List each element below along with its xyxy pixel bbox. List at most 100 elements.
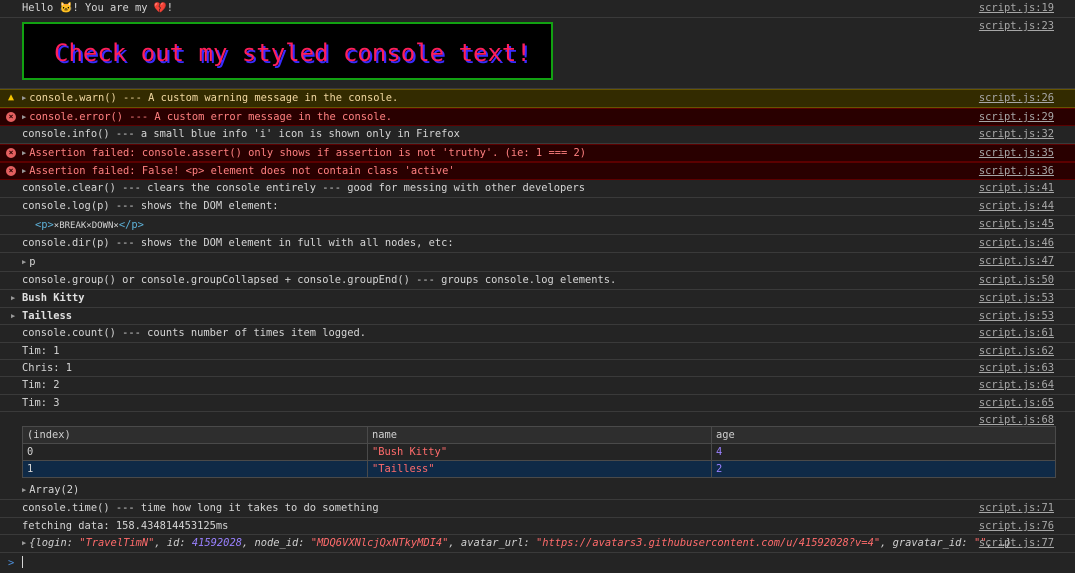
source-link[interactable]: script.js:46 <box>979 235 1054 252</box>
source-link[interactable]: script.js:63 <box>979 360 1054 376</box>
group-tailless[interactable]: ▶ Tailless script.js:53 <box>0 308 1075 325</box>
array-label: Array(2) <box>29 484 80 496</box>
error-icon: × <box>6 166 16 176</box>
log-text: console.group() or console.groupCollapse… <box>22 274 617 286</box>
array-summary[interactable]: ▶ Array(2) <box>22 482 975 498</box>
table-row[interactable]: 1 "Tailless" 2 <box>22 460 1056 478</box>
console-panel: Hello 🐱! You are my 💔! script.js:19 Chec… <box>0 0 1075 571</box>
table-cell-age: 4 <box>711 443 1056 461</box>
log-styled: Check out my styled console text! script… <box>0 18 1075 89</box>
log-log-p: console.log(p) --- shows the DOM element… <box>0 198 1075 216</box>
log-object[interactable]: ▶ {login: "TravelTimN", id: 41592028, nod… <box>0 535 1075 553</box>
source-link[interactable]: script.js:62 <box>979 343 1054 359</box>
expand-triangle-icon[interactable]: ▶ <box>22 253 26 271</box>
obj-key-id: , id: <box>154 537 192 549</box>
obj-key-gravatar-id: , gravatar_id: <box>880 537 974 549</box>
log-text: console.log(p) --- shows the DOM element… <box>22 200 279 212</box>
source-link[interactable]: script.js:36 <box>979 163 1054 179</box>
text-caret <box>22 556 23 568</box>
source-link[interactable]: script.js:32 <box>979 126 1054 143</box>
table-header-index[interactable]: (index) <box>22 426 368 444</box>
log-p-object[interactable]: ▶ p script.js:47 <box>0 253 1075 272</box>
console-prompt[interactable]: > <box>0 553 1075 573</box>
log-assert-2[interactable]: × ▶ Assertion failed: False! <p> element … <box>0 162 1075 180</box>
source-link[interactable]: script.js:35 <box>979 145 1054 161</box>
source-link[interactable]: script.js:53 <box>979 290 1054 307</box>
log-text: Assertion failed: console.assert() only … <box>29 147 586 159</box>
log-clear: console.clear() --- clears the console e… <box>0 180 1075 198</box>
console-table: (index) name age 0 "Bush Kitty" 4 1 "Tai… <box>22 426 1056 478</box>
obj-key-login: login: <box>35 537 80 549</box>
expand-triangle-icon[interactable]: ▶ <box>22 482 26 498</box>
log-count: console.count() --- counts number of tim… <box>0 325 1075 343</box>
source-link[interactable]: script.js:41 <box>979 180 1054 197</box>
table-cell-index: 1 <box>22 460 368 478</box>
expand-triangle-icon[interactable]: ▶ <box>22 90 26 107</box>
source-link[interactable]: script.js:76 <box>979 518 1054 534</box>
log-text: console.info() --- a small blue info 'i'… <box>22 128 460 140</box>
log-assert-1[interactable]: × ▶ Assertion failed: console.assert() on… <box>0 144 1075 162</box>
table-header-name[interactable]: name <box>367 426 712 444</box>
log-text: Hello 🐱! You are my 💔! <box>22 2 173 14</box>
source-link[interactable]: script.js:71 <box>979 500 1054 517</box>
source-link[interactable]: script.js:19 <box>979 0 1054 17</box>
log-text: p <box>29 256 36 268</box>
log-error[interactable]: × ▶ console.error() --- A custom error me… <box>0 108 1075 126</box>
table-cell-index: 0 <box>22 443 368 461</box>
source-link[interactable]: script.js:65 <box>979 395 1054 411</box>
log-text: console.dir(p) --- shows the DOM element… <box>22 237 454 249</box>
source-link[interactable]: script.js:26 <box>979 90 1054 107</box>
log-text: console.error() --- A custom error messa… <box>29 111 393 123</box>
log-text: Tim: 3 <box>22 397 60 409</box>
log-dir-p: console.dir(p) --- shows the DOM element… <box>0 235 1075 253</box>
group-bush-kitty[interactable]: ▶ Bush Kitty script.js:53 <box>0 290 1075 308</box>
log-text: Tim: 1 <box>22 345 60 357</box>
source-link[interactable]: script.js:61 <box>979 325 1054 342</box>
styled-console-text: Check out my styled console text! <box>22 22 553 80</box>
expand-triangle-icon[interactable]: ▶ <box>11 290 15 307</box>
table-header-row: (index) name age <box>22 426 1056 444</box>
expand-triangle-icon[interactable]: ▶ <box>22 109 26 125</box>
dom-open-tag: <p> <box>35 219 54 231</box>
log-dom-element[interactable]: <p>×BREAK×DOWN×</p> script.js:45 <box>0 216 1075 235</box>
source-link[interactable]: script.js:68 <box>979 412 1054 429</box>
table-header-age[interactable]: age <box>711 426 1056 444</box>
log-hello: Hello 🐱! You are my 💔! script.js:19 <box>0 0 1075 18</box>
source-link[interactable]: script.js:77 <box>979 535 1054 552</box>
expand-triangle-icon[interactable]: ▶ <box>22 163 26 179</box>
table-row[interactable]: 0 "Bush Kitty" 4 <box>22 443 1056 461</box>
expand-triangle-icon[interactable]: ▶ <box>22 535 26 552</box>
log-warning[interactable]: ▲ ▶ console.warn() --- A custom warning m… <box>0 89 1075 108</box>
obj-val-node-id: "MDQ6VXNlcjQxNTkyMDI4" <box>310 537 449 549</box>
source-link[interactable]: script.js:44 <box>979 198 1054 215</box>
obj-val-id: 41592028 <box>191 537 242 549</box>
source-link[interactable]: script.js:64 <box>979 377 1054 394</box>
obj-key-node-id: , node_id: <box>241 537 311 549</box>
source-link[interactable]: script.js:53 <box>979 308 1054 324</box>
expand-triangle-icon[interactable]: ▶ <box>11 308 15 324</box>
log-chris-1: Chris: 1 script.js:63 <box>0 360 1075 377</box>
expand-triangle-icon[interactable]: ▶ <box>22 145 26 161</box>
obj-key-avatar-url: , avatar_url: <box>448 537 537 549</box>
log-time: console.time() --- time how long it take… <box>0 500 1075 518</box>
log-fetching: fetching data: 158.434814453125ms script… <box>0 518 1075 535</box>
log-table: script.js:68 (index) name age 0 "Bush Ki… <box>0 412 1075 500</box>
source-link[interactable]: script.js:45 <box>979 216 1054 233</box>
table-cell-name: "Bush Kitty" <box>367 443 712 461</box>
source-link[interactable]: script.js:23 <box>979 18 1054 35</box>
log-text: Chris: 1 <box>22 362 73 374</box>
source-link[interactable]: script.js:50 <box>979 272 1054 289</box>
source-link[interactable]: script.js:29 <box>979 109 1054 125</box>
table-cell-name: "Tailless" <box>367 460 712 478</box>
log-text: Tim: 2 <box>22 379 60 391</box>
obj-val-avatar-url: "https://avatars3.githubusercontent.com/… <box>536 537 881 549</box>
log-text: console.count() --- counts number of tim… <box>22 327 367 339</box>
table-cell-age: 2 <box>711 460 1056 478</box>
log-info: console.info() --- a small blue info 'i'… <box>0 126 1075 144</box>
dom-content: ×BREAK×DOWN× <box>53 221 119 231</box>
log-text: console.clear() --- clears the console e… <box>22 182 586 194</box>
log-text: fetching data: 158.434814453125ms <box>22 520 229 532</box>
error-icon: × <box>6 148 16 158</box>
source-link[interactable]: script.js:47 <box>979 253 1054 270</box>
log-text: console.time() --- time how long it take… <box>22 502 379 514</box>
